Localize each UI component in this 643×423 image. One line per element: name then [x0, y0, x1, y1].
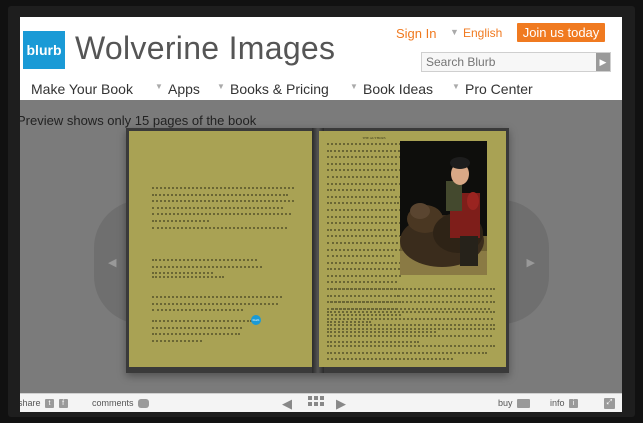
site-header: blurb Wolverine Images Sign In ▼ English…: [20, 17, 622, 100]
chevron-down-icon: ▼: [450, 27, 459, 37]
comments-label: comments: [92, 398, 134, 408]
browser-viewport: blurb Wolverine Images Sign In ▼ English…: [20, 17, 622, 412]
left-page-citation-heading: [152, 273, 272, 278]
join-button[interactable]: Join us today: [517, 23, 605, 42]
right-page-paragraph: [327, 342, 495, 362]
triangle-right-icon: ▶: [336, 396, 346, 411]
nav-item-books-pricing[interactable]: Books & Pricing: [230, 81, 329, 97]
nav-item-book-ideas[interactable]: Book Ideas: [363, 81, 433, 97]
fullscreen-button[interactable]: ⤢: [602, 398, 615, 410]
left-page-citation: [152, 293, 282, 313]
chevron-down-icon: ▼: [452, 82, 460, 91]
cart-icon: [517, 399, 531, 409]
speech-bubble-icon: [138, 399, 150, 409]
fullscreen-icon: ⤢: [604, 398, 615, 410]
chevron-down-icon: ▼: [155, 82, 163, 91]
triangle-left-icon: ◀: [282, 396, 292, 411]
grid-icon: [308, 396, 324, 406]
facebook-icon[interactable]: f: [58, 399, 68, 409]
comments-control[interactable]: comments: [92, 398, 150, 409]
right-page: THE AUTHORS: [319, 131, 506, 367]
preview-notice: Preview shows only 15 pages of the book: [20, 113, 257, 128]
sign-in-link[interactable]: Sign In: [396, 26, 436, 41]
chevron-right-icon: ▶: [526, 256, 535, 269]
search-submit-button[interactable]: ▶: [596, 53, 610, 71]
previous-spread-button[interactable]: ◀: [282, 396, 292, 412]
chevron-left-icon: ◀: [108, 256, 117, 269]
nav-item-make-your-book[interactable]: Make Your Book: [31, 81, 133, 97]
left-page-paragraph: [152, 184, 294, 230]
blurb-badge-logo: blurb: [251, 315, 261, 325]
search-input[interactable]: [422, 53, 592, 71]
language-selector[interactable]: English: [463, 26, 502, 40]
chevron-down-icon: ▼: [350, 82, 358, 91]
next-spread-button[interactable]: ▶: [336, 396, 346, 412]
share-control[interactable]: share t f: [20, 398, 68, 409]
share-label: share: [20, 398, 41, 408]
info-label: info: [550, 398, 565, 408]
page-title: Wolverine Images: [75, 30, 336, 66]
left-page: blurb: [129, 131, 315, 367]
nav-item-apps[interactable]: Apps: [168, 81, 200, 97]
twitter-icon[interactable]: t: [45, 399, 55, 409]
blurb-logo[interactable]: blurb: [23, 31, 65, 69]
bottom-toolbar: share t f comments ◀ ▶ buy info i ⤢: [20, 393, 622, 412]
thumbnail-grid-button[interactable]: [308, 396, 324, 409]
chevron-down-icon: ▼: [217, 82, 225, 91]
nav-item-pro-center[interactable]: Pro Center: [465, 81, 533, 97]
buy-control[interactable]: buy: [498, 398, 531, 409]
main-nav: Make Your Book ▼ Apps ▼ Books & Pricing …: [20, 81, 622, 101]
left-page-printer-note: [152, 317, 252, 343]
arrow-right-icon: ▶: [599, 56, 607, 67]
search-box: ▶: [421, 52, 611, 72]
buy-label: buy: [498, 398, 513, 408]
book-spread: blurb THE AUTHORS: [126, 128, 509, 373]
author-photo: [400, 141, 487, 275]
info-control[interactable]: info i: [550, 398, 579, 409]
info-icon: i: [569, 399, 579, 409]
